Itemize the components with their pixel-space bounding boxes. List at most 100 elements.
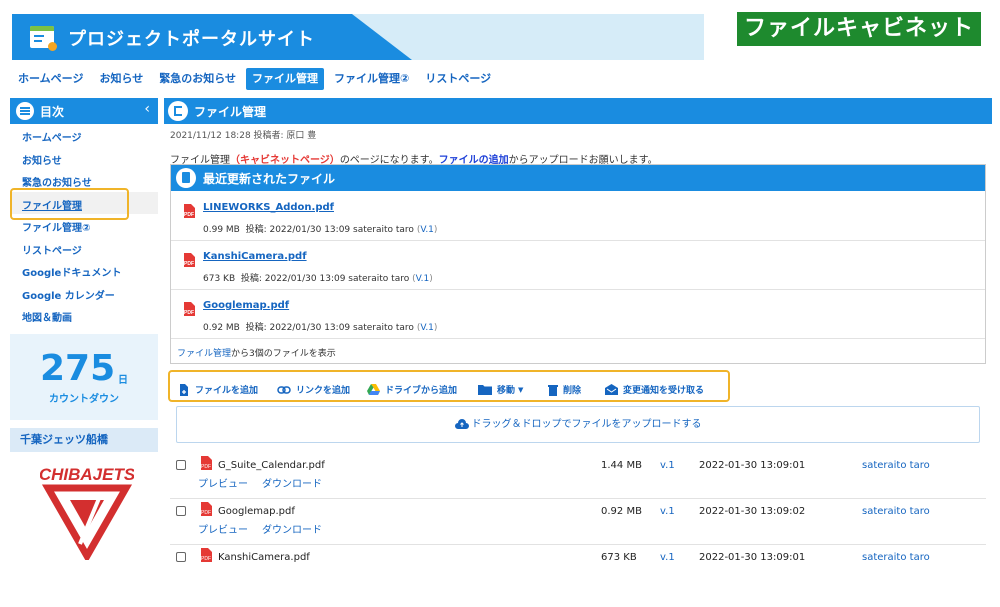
add-from-drive-button[interactable]: ドライブから追加 (367, 383, 457, 396)
svg-text:PDF: PDF (201, 556, 211, 562)
file-owner[interactable]: sateraito taro (862, 552, 930, 563)
file-row: PDF KanshiCamera.pdf 673 KB v.1 2022-01-… (170, 545, 986, 565)
nav-tab-list-page[interactable]: リストページ (419, 68, 497, 90)
upload-dropzone[interactable]: ドラッグ＆ドロップでファイルをアップロードする (176, 406, 980, 443)
chibajets-logo[interactable]: CHIBAJETS (39, 460, 136, 564)
svg-text:CHIBAJETS: CHIBAJETS (40, 465, 134, 484)
folder-icon (478, 385, 492, 395)
file-size: 0.92 MB (601, 506, 642, 517)
pdf-icon: PDF (200, 547, 212, 566)
top-nav: ホームページ お知らせ 緊急のお知らせ ファイル管理 ファイル管理② リストペー… (12, 68, 501, 90)
add-file-button[interactable]: ファイルを追加 (178, 383, 258, 396)
file-owner[interactable]: sateraito taro (862, 460, 930, 471)
cabinet-label: ファイルキャビネット (737, 12, 981, 46)
file-actions: プレビュー ダウンロード (198, 475, 336, 490)
post-meta: 2021/11/12 18:28 投稿者: 原口 豊 (170, 131, 317, 141)
main-header: ファイル管理 (164, 98, 992, 124)
change-notify-button[interactable]: 変更通知を受け取る (605, 383, 704, 396)
toc-title: 目次 (40, 105, 65, 119)
cloud-upload-icon (454, 409, 469, 444)
sidebar-item-file-management-2[interactable]: ファイル管理② (22, 219, 90, 234)
pdf-icon: PDF (200, 455, 212, 474)
recent-files-footer: ファイル管理から3個のファイルを表示 (177, 346, 336, 359)
chevron-left-icon[interactable]: ‹ (144, 101, 150, 117)
file-date: 2022-01-30 13:09:02 (699, 506, 806, 517)
countdown-unit: 日 (118, 375, 128, 386)
recent-footer-text: から3個のファイルを表示 (231, 349, 336, 359)
nav-tab-file-management-2[interactable]: ファイル管理② (328, 68, 415, 90)
pdf-icon: PDF (183, 253, 195, 267)
file-select-checkbox[interactable] (176, 506, 186, 516)
move-button[interactable]: 移動 ▼ (478, 383, 523, 396)
recent-file-name[interactable]: KanshiCamera.pdf (203, 251, 307, 262)
sidebar-item-map-video[interactable]: 地図＆動画 (22, 309, 72, 324)
file-owner[interactable]: sateraito taro (862, 506, 930, 517)
document-icon (176, 168, 196, 188)
move-label: 移動 (497, 386, 516, 396)
recent-file-version[interactable]: V.1 (420, 225, 434, 235)
countdown-widget: 275 日 カウントダウン (10, 334, 158, 420)
add-link-label: リンクを追加 (296, 386, 351, 396)
recent-file-version[interactable]: V.1 (416, 274, 430, 284)
file-select-checkbox[interactable] (176, 460, 186, 470)
add-file-icon (180, 383, 188, 396)
dropzone-text: ドラッグ＆ドロップでファイルをアップロードする (471, 419, 702, 430)
file-preview-link[interactable]: プレビュー (198, 479, 248, 490)
file-actions: プレビュー ダウンロード (198, 521, 336, 536)
sidebar-item-list-page[interactable]: リストページ (22, 242, 82, 257)
recent-file-item: PDF KanshiCamera.pdf 673 KB 投稿: 2022/01/… (171, 241, 985, 290)
file-version[interactable]: v.1 (660, 552, 675, 563)
site-title[interactable]: プロジェクトポータルサイト (68, 25, 315, 51)
change-notify-label: 変更通知を受け取る (623, 386, 705, 396)
file-download-link[interactable]: ダウンロード (262, 525, 322, 536)
file-name[interactable]: Googlemap.pdf (218, 506, 295, 517)
nav-tab-urgent-news[interactable]: 緊急のお知らせ (153, 68, 242, 90)
mail-notify-icon (605, 384, 618, 395)
file-version[interactable]: v.1 (660, 460, 675, 471)
google-drive-icon (367, 384, 380, 395)
recent-file-meta: 0.92 MB 投稿: 2022/01/30 13:09 sateraito t… (203, 323, 438, 333)
nav-tab-news[interactable]: お知らせ (93, 68, 149, 90)
file-select-checkbox[interactable] (176, 552, 186, 562)
recent-file-name[interactable]: LINEWORKS_Addon.pdf (203, 202, 334, 213)
sidebar-item-home[interactable]: ホームページ (22, 129, 82, 144)
recent-file-item: PDF LINEWORKS_Addon.pdf 0.99 MB 投稿: 2022… (171, 192, 985, 241)
svg-text:PDF: PDF (184, 310, 194, 316)
add-file-label: ファイルを追加 (195, 386, 259, 396)
nav-tab-file-management[interactable]: ファイル管理 (246, 68, 325, 90)
recent-file-meta: 0.99 MB 投稿: 2022/01/30 13:09 sateraito t… (203, 225, 438, 235)
site-logo-icon[interactable] (30, 26, 57, 51)
menu-icon (16, 102, 34, 120)
svg-text:PDF: PDF (201, 464, 211, 470)
nav-tab-home[interactable]: ホームページ (12, 68, 89, 90)
file-name[interactable]: KanshiCamera.pdf (218, 552, 310, 563)
sponsor-title: 千葉ジェッツ船橋 (10, 428, 158, 452)
add-link-button[interactable]: リンクを追加 (277, 383, 350, 396)
svg-text:PDF: PDF (184, 261, 194, 267)
add-from-drive-label: ドライブから追加 (385, 386, 458, 396)
delete-label: 削除 (563, 386, 582, 396)
file-size: 1.44 MB (601, 460, 642, 471)
recent-footer-link[interactable]: ファイル管理 (177, 349, 231, 359)
countdown-number: 275 (40, 348, 116, 389)
file-download-link[interactable]: ダウンロード (262, 479, 322, 490)
recent-files-header: 最近更新されたファイル (171, 165, 985, 191)
recent-files-title: 最近更新されたファイル (203, 172, 336, 186)
file-size: 673 KB (601, 552, 637, 563)
recent-file-name[interactable]: Googlemap.pdf (203, 300, 289, 311)
recent-file-version[interactable]: V.1 (420, 323, 434, 333)
sidebar-item-google-docs[interactable]: Googleドキュメント (22, 264, 121, 279)
recent-files-panel: 最近更新されたファイル PDF LINEWORKS_Addon.pdf 0.99… (170, 164, 986, 364)
pdf-icon: PDF (183, 302, 195, 316)
sidebar-item-google-calendar[interactable]: Google カレンダー (22, 287, 115, 302)
file-version[interactable]: v.1 (660, 506, 675, 517)
sidebar-item-news[interactable]: お知らせ (22, 152, 62, 167)
file-date: 2022-01-30 13:09:01 (699, 460, 806, 471)
delete-button[interactable]: 削除 (548, 383, 581, 396)
caret-down-icon: ▼ (518, 385, 524, 394)
file-row: PDF Googlemap.pdf プレビュー ダウンロード 0.92 MB v.… (170, 499, 986, 545)
file-preview-link[interactable]: プレビュー (198, 525, 248, 536)
sidebar-item-urgent-news[interactable]: 緊急のお知らせ (22, 174, 92, 189)
pdf-icon: PDF (200, 501, 212, 520)
file-name[interactable]: G_Suite_Calendar.pdf (218, 460, 325, 471)
